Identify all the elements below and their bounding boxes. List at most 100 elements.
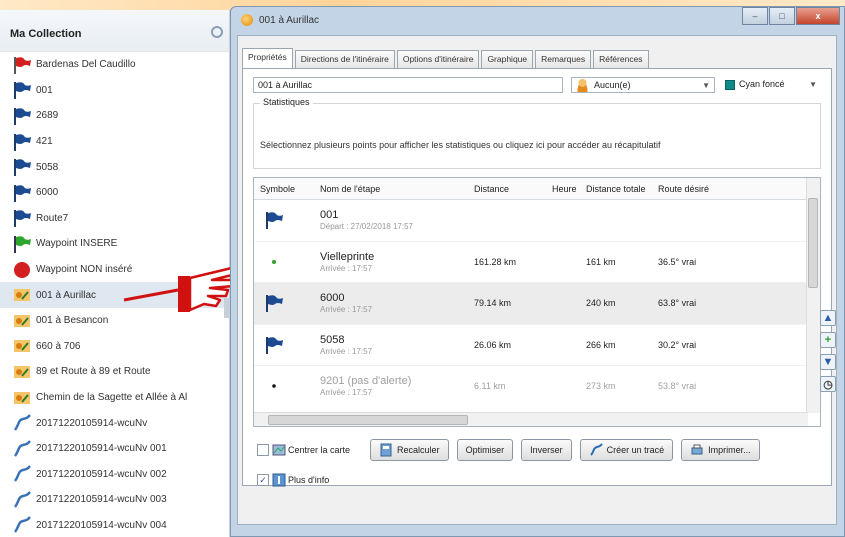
invert-button[interactable]: Inverser bbox=[521, 439, 572, 461]
maximize-button[interactable]: □ bbox=[769, 7, 795, 25]
column-header[interactable]: Route désiré bbox=[654, 178, 734, 199]
collection-item[interactable]: Bardenas Del Caudillo bbox=[0, 52, 229, 78]
print-button[interactable]: Imprimer... bbox=[681, 439, 760, 461]
table-row[interactable]: 5058 Arrivée : 17:57 26.06 km 266 km 30.2° v… bbox=[254, 325, 820, 366]
table-row[interactable]: 001 Départ : 27/02/2018 17:57 bbox=[254, 200, 820, 242]
waypoint-name: 9201 (pas d'alerte) bbox=[320, 375, 412, 388]
statistics-title: Statistiques bbox=[260, 97, 313, 107]
move-down-icon[interactable]: ▼ bbox=[820, 354, 836, 370]
column-header[interactable]: Nom de l'étape bbox=[316, 178, 466, 199]
route-icon bbox=[12, 362, 32, 382]
color-select[interactable]: Cyan foncé ▼ bbox=[721, 77, 821, 93]
scroll-thumb[interactable] bbox=[268, 415, 468, 425]
column-header[interactable]: Distance bbox=[466, 178, 548, 199]
chevron-down-icon: ▼ bbox=[702, 81, 710, 90]
center-map-checkbox[interactable] bbox=[257, 444, 269, 456]
tab-4[interactable]: Remarques bbox=[535, 50, 592, 68]
collection-item[interactable]: 89 et Route à 89 et Route bbox=[0, 359, 229, 385]
optimize-label: Optimiser bbox=[465, 445, 505, 455]
recalculate-button[interactable]: Recalculer bbox=[370, 439, 449, 461]
tab-bar: Propriétés Directions de l'itinéraire Opti… bbox=[242, 48, 651, 68]
waypoint-time: Arrivée : 17:57 bbox=[320, 263, 373, 273]
grid-header: Symbole Nom de l'étape Distance Heure Distan… bbox=[254, 178, 820, 200]
collection-item[interactable]: 001 bbox=[0, 78, 229, 104]
route-window: 001 à Aurillac – □ x Propriétés Direction… bbox=[230, 6, 845, 537]
blue-flag-icon bbox=[264, 335, 284, 355]
column-header[interactable]: Symbole bbox=[254, 178, 316, 199]
collection-item[interactable]: 20171220105914-wcuNv 003 bbox=[0, 487, 229, 513]
search-icon[interactable] bbox=[211, 26, 223, 38]
route-cell: 63.8° vrai bbox=[658, 298, 697, 309]
collection-item[interactable]: 20171220105914-wcuNv 002 bbox=[0, 462, 229, 488]
recalculate-label: Recalculer bbox=[397, 445, 440, 455]
collection-item[interactable]: Chemin de la Sagette et Allée à Al bbox=[0, 385, 229, 411]
table-row[interactable]: 6000 Arrivée : 17:57 79.14 km 240 km 63.8° v… bbox=[254, 283, 820, 325]
route-cell: 53.8° vrai bbox=[658, 381, 697, 392]
table-row[interactable]: 9201 (pas d'alerte) Arrivée : 17:57 6.11 k… bbox=[254, 366, 820, 406]
collection-item[interactable]: 5058 bbox=[0, 154, 229, 180]
track-icon bbox=[589, 443, 603, 456]
waypoint-time: Départ : 27/02/2018 17:57 bbox=[320, 222, 413, 232]
add-icon[interactable]: + bbox=[820, 332, 836, 348]
user-icon bbox=[576, 79, 589, 92]
collection-item-label: Chemin de la Sagette et Allée à Al bbox=[36, 392, 188, 404]
collection-item[interactable]: 660 à 706 bbox=[0, 334, 229, 360]
grid-horizontal-scrollbar[interactable] bbox=[254, 412, 808, 426]
route-cell: 30.2° vrai bbox=[658, 339, 697, 350]
side-buttons: ▲ + ▼ ◷ bbox=[820, 310, 838, 398]
collection-item[interactable]: 20171220105914-wcuNv 004 bbox=[0, 513, 229, 537]
route-name-input[interactable]: 001 à Aurillac bbox=[253, 77, 563, 93]
create-track-button[interactable]: Créer un tracé bbox=[579, 439, 674, 461]
tab-3[interactable]: Graphique bbox=[481, 50, 534, 68]
collection-item-label: 5058 bbox=[36, 161, 59, 173]
route-icon bbox=[12, 311, 32, 331]
collection-item-label: Waypoint INSERE bbox=[36, 238, 118, 250]
collection-title: Ma Collection bbox=[10, 28, 82, 40]
tab-5[interactable]: Références bbox=[593, 50, 649, 68]
tab-0[interactable]: Propriétés bbox=[242, 48, 293, 68]
window-titlebar[interactable]: 001 à Aurillac – □ x bbox=[231, 7, 844, 33]
route-icon bbox=[12, 285, 32, 305]
collection-item[interactable]: Route7 bbox=[0, 206, 229, 232]
user-select[interactable]: Aucun(e) ▼ bbox=[571, 77, 715, 93]
tab-2[interactable]: Options d'itinéraire bbox=[396, 50, 480, 68]
collection-item[interactable]: Waypoint INSERE bbox=[0, 231, 229, 257]
move-up-icon[interactable]: ▲ bbox=[820, 310, 836, 326]
collection-item[interactable]: 20171220105914-wcuNv 001 bbox=[0, 436, 229, 462]
print-label: Imprimer... bbox=[708, 445, 751, 455]
green-dot-icon bbox=[264, 252, 284, 272]
minimize-button[interactable]: – bbox=[742, 7, 768, 25]
route-icon bbox=[241, 14, 253, 26]
table-row[interactable]: Vielleprinte Arrivée : 17:57 161.28 km 161 … bbox=[254, 242, 820, 283]
collection-item[interactable]: 20171220105914-wcuNv bbox=[0, 410, 229, 436]
collection-item-label: 001 à Aurillac bbox=[36, 289, 97, 301]
more-info-checkbox[interactable]: ✓ bbox=[257, 474, 269, 486]
grid-vertical-scrollbar[interactable] bbox=[806, 178, 820, 413]
collection-header: Ma Collection bbox=[0, 10, 229, 52]
statistics-link[interactable]: Sélectionnez plusieurs points pour affic… bbox=[260, 140, 661, 150]
track-icon bbox=[12, 439, 32, 459]
blue-flag-icon bbox=[12, 157, 32, 177]
window-title: 001 à Aurillac bbox=[259, 15, 320, 26]
center-map-label: Centrer la carte bbox=[288, 445, 351, 455]
waypoint-name: Vielleprinte bbox=[320, 250, 375, 263]
collection-item[interactable]: 6000 bbox=[0, 180, 229, 206]
more-info-row: ✓ Plus d'info bbox=[257, 473, 349, 487]
optimize-button[interactable]: Optimiser bbox=[456, 439, 514, 461]
track-icon bbox=[12, 413, 32, 433]
collection-item-label: 20171220105914-wcuNv 004 bbox=[36, 519, 167, 531]
collection-item[interactable]: 2689 bbox=[0, 103, 229, 129]
clock-icon[interactable]: ◷ bbox=[820, 376, 836, 392]
green-flag-icon bbox=[12, 234, 32, 254]
route-icon bbox=[12, 388, 32, 408]
waypoint-time: Arrivée : 17:57 bbox=[320, 346, 373, 356]
collection-item-label: Bardenas Del Caudillo bbox=[36, 59, 136, 71]
scroll-thumb[interactable] bbox=[808, 198, 818, 288]
column-header[interactable]: Heure bbox=[548, 178, 582, 199]
tab-1[interactable]: Directions de l'itinéraire bbox=[294, 50, 395, 68]
collection-item[interactable]: 421 bbox=[0, 129, 229, 155]
calculator-icon bbox=[380, 443, 392, 457]
column-header[interactable]: Distance totale bbox=[582, 178, 654, 199]
collection-item-label: 660 à 706 bbox=[36, 340, 81, 352]
close-button[interactable]: x bbox=[796, 7, 840, 25]
